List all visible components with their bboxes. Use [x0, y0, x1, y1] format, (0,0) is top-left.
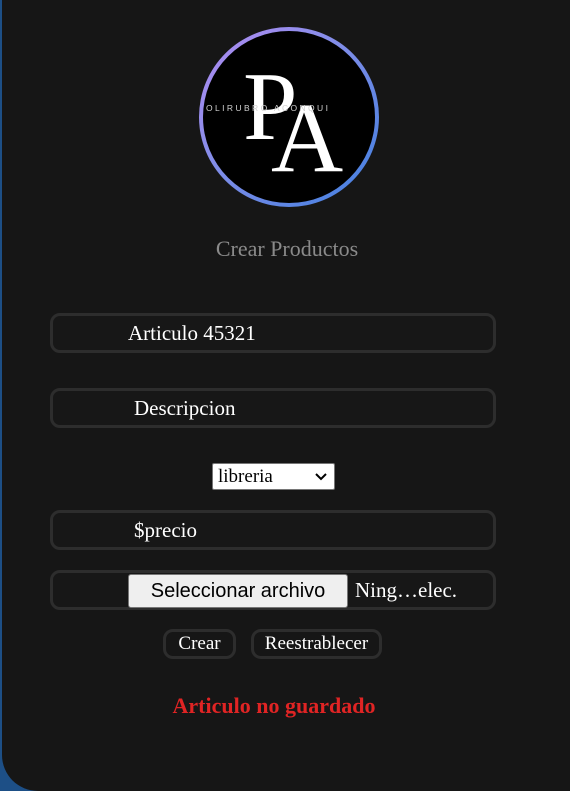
- logo-letter-a: A: [271, 82, 343, 193]
- form-card: P A OLIRUBRO ACONQUI Crear Productos lib…: [2, 0, 570, 791]
- chevron-down-icon: [315, 473, 327, 481]
- choose-file-button[interactable]: Seleccionar archivo: [128, 574, 348, 608]
- file-field: Seleccionar archivo Ning…elec.: [50, 570, 496, 610]
- price-input[interactable]: [134, 517, 474, 543]
- file-status-text: Ning…elec.: [355, 578, 458, 602]
- category-select[interactable]: libreria: [212, 463, 335, 490]
- create-button[interactable]: Crear: [163, 629, 236, 659]
- price-field: [50, 510, 496, 550]
- article-field: [50, 313, 496, 353]
- brand-logo: P A OLIRUBRO ACONQUI: [199, 27, 379, 207]
- description-input[interactable]: [134, 395, 474, 421]
- status-message: Articulo no guardado: [172, 693, 376, 718]
- page-title: Crear Productos: [215, 236, 359, 261]
- reset-button[interactable]: Reestrablecer: [251, 629, 382, 659]
- logo-ring-text: OLIRUBRO ACONQUI: [206, 103, 330, 113]
- article-input[interactable]: [128, 320, 468, 346]
- logo-disc: P A OLIRUBRO ACONQUI: [203, 31, 375, 203]
- category-selected-value: libreria: [218, 466, 273, 487]
- description-field: [50, 388, 496, 428]
